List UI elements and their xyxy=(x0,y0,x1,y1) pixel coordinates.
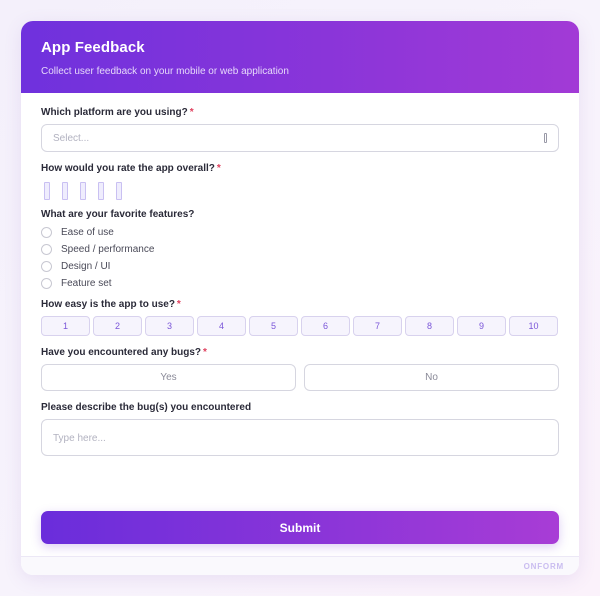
scale-button-4[interactable]: 4 xyxy=(197,316,246,336)
no-button[interactable]: No xyxy=(304,364,559,391)
bugs-label: Have you encountered any bugs? * xyxy=(41,347,207,358)
feature-option-featureset[interactable]: Feature set xyxy=(41,275,559,292)
form-subtitle: Collect user feedback on your mobile or … xyxy=(41,66,289,77)
platform-label: Which platform are you using? * xyxy=(41,107,194,118)
option-label: Speed / performance xyxy=(61,244,155,255)
platform-select[interactable]: Select... xyxy=(41,124,559,152)
ease-label: How easy is the app to use? * xyxy=(41,299,181,310)
option-label: Feature set xyxy=(61,278,112,289)
features-label: What are your favorite features? xyxy=(41,209,195,220)
required-mark: * xyxy=(189,107,194,118)
ease-scale: 1 2 3 4 5 6 7 8 9 10 xyxy=(41,316,559,336)
scale-button-5[interactable]: 5 xyxy=(249,316,298,336)
option-label: Ease of use xyxy=(61,227,114,238)
form-title: App Feedback xyxy=(41,39,145,56)
bugs-choice: Yes No xyxy=(41,364,559,391)
scale-button-7[interactable]: 7 xyxy=(353,316,402,336)
checkbox-icon[interactable] xyxy=(41,278,52,289)
rating-question: How would you rate the app overall? * xyxy=(41,163,559,202)
star-rating xyxy=(41,180,559,202)
scale-button-8[interactable]: 8 xyxy=(405,316,454,336)
scale-button-10[interactable]: 10 xyxy=(509,316,558,336)
scale-button-2[interactable]: 2 xyxy=(93,316,142,336)
form-body: Which platform are you using? * Select...… xyxy=(21,93,579,456)
brand-logo: ONFORM xyxy=(523,561,564,571)
form-footer: ONFORM xyxy=(21,556,579,575)
checkbox-icon[interactable] xyxy=(41,261,52,272)
scale-button-9[interactable]: 9 xyxy=(457,316,506,336)
scale-button-1[interactable]: 1 xyxy=(41,316,90,336)
textarea-placeholder: Type here... xyxy=(53,433,106,444)
feature-option-ease[interactable]: Ease of use xyxy=(41,224,559,241)
star-icon-5[interactable] xyxy=(116,182,122,200)
feedback-form-card: App Feedback Collect user feedback on yo… xyxy=(21,21,579,575)
platform-select-placeholder: Select... xyxy=(53,132,90,144)
yes-button[interactable]: Yes xyxy=(41,364,296,391)
required-mark: * xyxy=(216,163,221,174)
feature-option-speed[interactable]: Speed / performance xyxy=(41,241,559,258)
submit-button[interactable]: Submit xyxy=(41,511,559,544)
star-icon-1[interactable] xyxy=(44,182,50,200)
form-header: App Feedback Collect user feedback on yo… xyxy=(21,21,579,93)
features-question: What are your favorite features? Ease of… xyxy=(41,209,559,292)
star-icon-2[interactable] xyxy=(62,182,68,200)
platform-question: Which platform are you using? * Select... xyxy=(41,107,559,152)
checkbox-icon[interactable] xyxy=(41,244,52,255)
bug-description-textarea[interactable]: Type here... xyxy=(41,419,559,456)
scale-button-6[interactable]: 6 xyxy=(301,316,350,336)
bugs-question: Have you encountered any bugs? * Yes No xyxy=(41,347,559,391)
checkbox-icon[interactable] xyxy=(41,227,52,238)
feature-option-design[interactable]: Design / UI xyxy=(41,258,559,275)
required-mark: * xyxy=(203,347,207,358)
rating-label: How would you rate the app overall? * xyxy=(41,163,221,174)
option-label: Design / UI xyxy=(61,261,111,272)
dropdown-icon xyxy=(544,133,547,143)
ease-question: How easy is the app to use? * 1 2 3 4 5 6… xyxy=(41,299,559,336)
required-mark: * xyxy=(176,299,181,310)
features-options: Ease of use Speed / performance Design /… xyxy=(41,224,559,292)
star-icon-4[interactable] xyxy=(98,182,104,200)
bug-description-label: Please describe the bug(s) you encounter… xyxy=(41,402,252,413)
star-icon-3[interactable] xyxy=(80,182,86,200)
scale-button-3[interactable]: 3 xyxy=(145,316,194,336)
bug-description-question: Please describe the bug(s) you encounter… xyxy=(41,402,559,456)
